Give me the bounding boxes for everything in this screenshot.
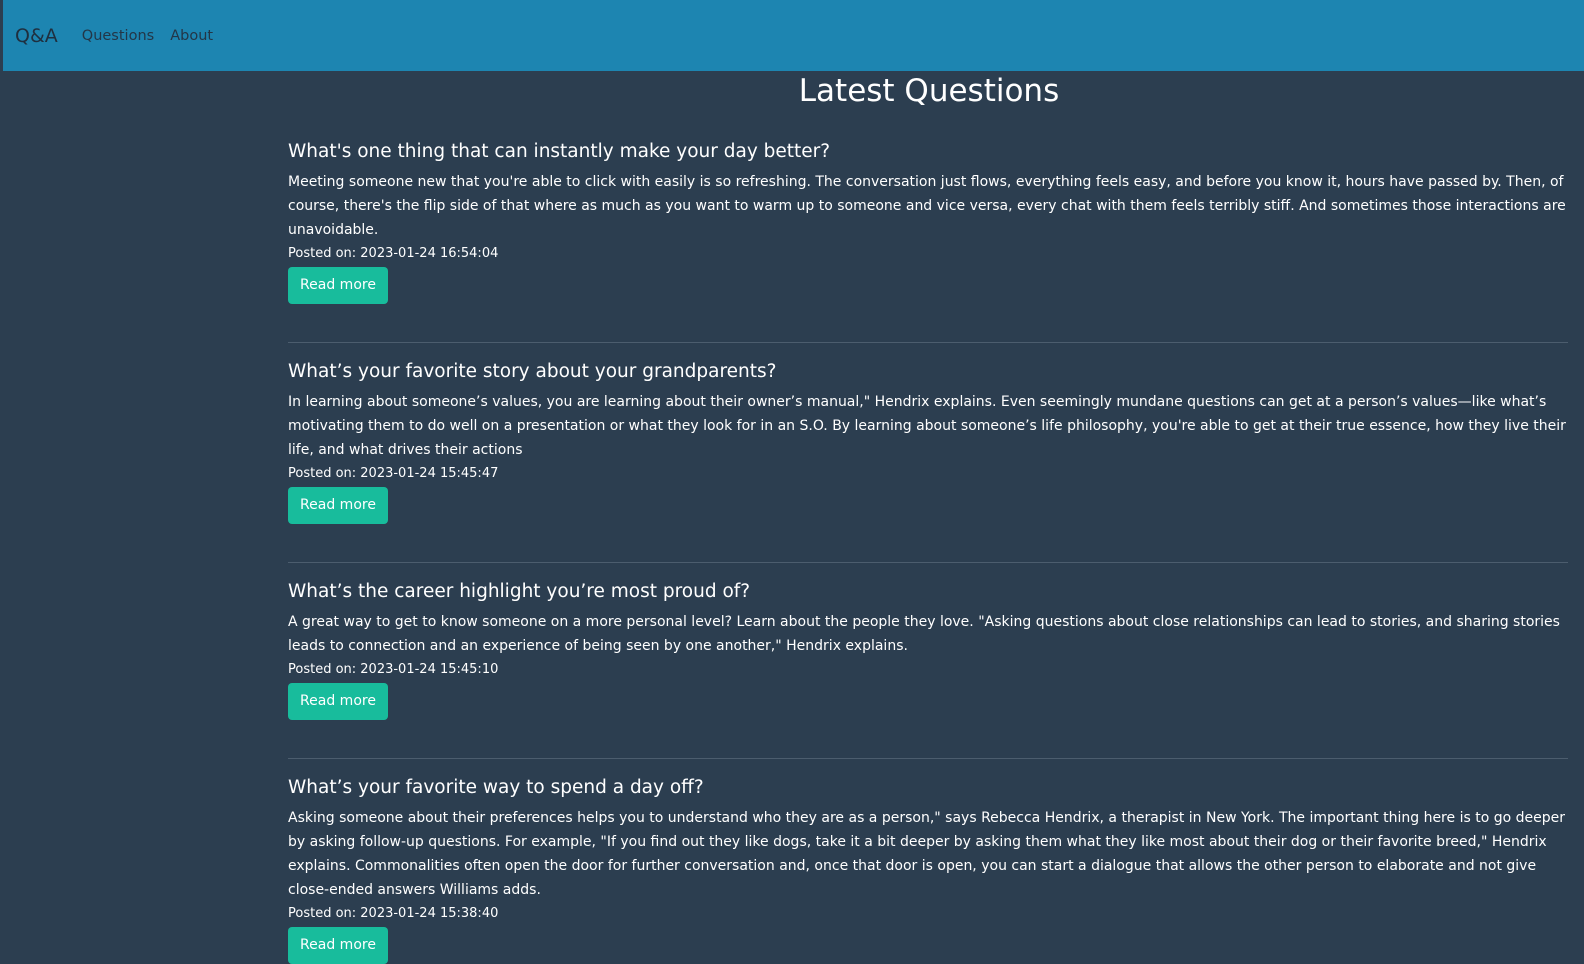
question-date: Posted on: 2023-01-24 15:45:10 [288,662,499,677]
question-list: What's one thing that can instantly make… [288,138,1568,964]
question-item: What's one thing that can instantly make… [288,138,1568,304]
question-title: What's one thing that can instantly make… [288,141,831,162]
question-title: What’s your favorite story about your gr… [288,361,777,382]
nav-link-about[interactable]: About [170,28,213,44]
question-body: In learning about someone’s values, you … [288,394,1566,458]
read-more-button[interactable]: Read more [288,927,388,964]
top-navbar: Q&A Questions About [3,0,1584,71]
question-date: Posted on: 2023-01-24 16:54:04 [288,246,499,261]
question-date: Posted on: 2023-01-24 15:45:47 [288,466,499,481]
divider [288,342,1568,343]
read-more-button[interactable]: Read more [288,683,388,720]
question-body: Meeting someone new that you're able to … [288,174,1566,238]
question-item: What’s your favorite story about your gr… [288,358,1568,524]
divider [288,758,1568,759]
divider [288,562,1568,563]
question-date: Posted on: 2023-01-24 15:38:40 [288,906,499,921]
question-title: What’s the career highlight you’re most … [288,581,751,602]
nav-link-questions[interactable]: Questions [82,28,154,44]
read-more-button[interactable]: Read more [288,487,388,524]
question-body: A great way to get to know someone on a … [288,614,1560,654]
read-more-button[interactable]: Read more [288,267,388,304]
question-item: What’s your favorite way to spend a day … [288,774,1568,964]
question-body: Asking someone about their preferences h… [288,810,1565,898]
page-title: Latest Questions [798,73,1060,109]
brand-logo[interactable]: Q&A [15,25,58,47]
question-title: What’s your favorite way to spend a day … [288,777,704,798]
question-item: What’s the career highlight you’re most … [288,578,1568,720]
